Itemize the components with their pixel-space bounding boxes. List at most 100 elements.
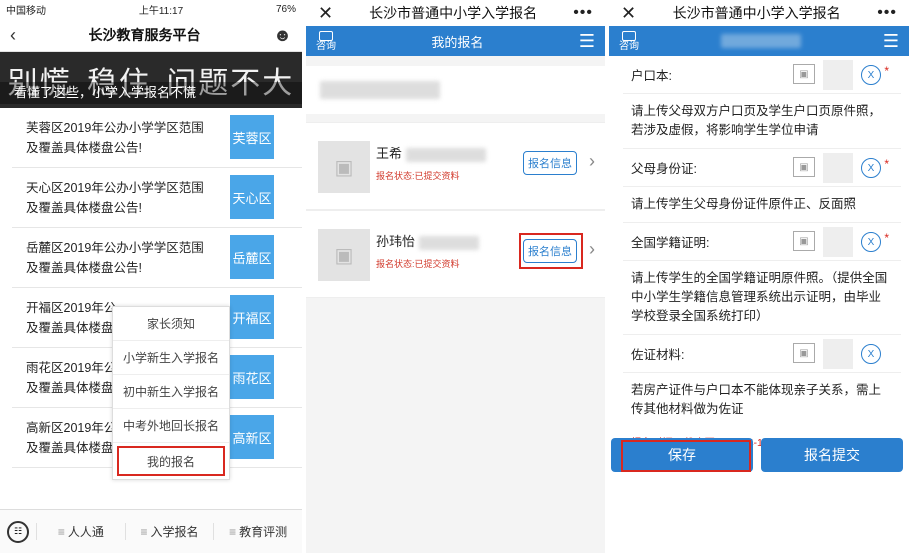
news-thumbnail: 高新区 bbox=[230, 415, 274, 459]
consult-button[interactable]: 咨询 bbox=[316, 30, 336, 52]
news-text: 岳麓区2019年公办小学学区范围及覆盖具体楼盘公告! bbox=[26, 240, 204, 275]
banner-caption: 看懂了这些，小学入学报名不慌 bbox=[0, 82, 302, 104]
news-thumbnail: 雨花区 bbox=[230, 355, 274, 399]
back-icon[interactable]: ‹ bbox=[10, 26, 16, 44]
enrollment-info-button[interactable]: 报名信息 bbox=[523, 151, 577, 175]
chat-icon bbox=[319, 30, 333, 41]
required-mark: * bbox=[884, 231, 889, 245]
app-home-panel: 中国移动 上午11:17 76% ‹ 长沙教育服务平台 ☻ 别慌 稳住 问题不大… bbox=[0, 0, 302, 553]
news-item[interactable]: 岳麓区2019年公办小学学区范围及覆盖具体楼盘公告! 岳麓区 bbox=[12, 228, 302, 288]
clock-label: 上午11:17 bbox=[138, 5, 184, 17]
bottom-tab-bar: ☷ ≡ 人人通 ≡ 入学报名 ≡ 教育评测 bbox=[0, 509, 302, 553]
enrollment-record[interactable]: ▣ 孙玮怡 报名状态:已提交资料 报名信息 › bbox=[306, 210, 605, 298]
student-name: 孙玮怡 bbox=[376, 231, 479, 250]
field-description: 若房产证件与户口本不能体现亲子关系，需上传其他材料做为佐证 bbox=[631, 383, 882, 416]
blurred-header bbox=[306, 66, 605, 114]
menu-item-junior-enrollment[interactable]: 初中新生入学报名 bbox=[113, 375, 229, 409]
popup-menu: 家长须知 小学新生入学报名 初中新生入学报名 中考外地回长报名 我的报名 bbox=[112, 306, 230, 480]
close-icon[interactable]: ✕ bbox=[318, 3, 333, 24]
enrollment-form-panel: ✕ 长沙市普通中小学入学报名 ••• 咨询 ☰ 户口本: ▣ X * 请上传父母… bbox=[609, 0, 909, 553]
action-buttons: 保存 报名提交 bbox=[609, 438, 909, 472]
image-upload-icon[interactable]: ▣ bbox=[793, 343, 815, 363]
field-label: 父母身份证: bbox=[631, 162, 697, 176]
keyboard-icon: ☷ bbox=[7, 520, 29, 543]
record-status: 报名状态:已提交资料 bbox=[376, 259, 460, 269]
wechat-title-bar: ✕ 长沙市普通中小学入学报名 ••• bbox=[609, 0, 909, 26]
more-icon[interactable]: ••• bbox=[877, 4, 897, 22]
news-item[interactable]: 芙蓉区2019年公办小学学区范围及覆盖具体楼盘公告! 芙蓉区 bbox=[12, 108, 302, 168]
remove-icon[interactable]: X bbox=[861, 65, 881, 85]
remove-icon[interactable]: X bbox=[861, 344, 881, 364]
chevron-right-icon[interactable]: › bbox=[589, 239, 595, 260]
redacted-block bbox=[320, 81, 440, 99]
field-hukou: 户口本: ▣ X * bbox=[623, 56, 901, 94]
required-mark: * bbox=[884, 64, 889, 78]
required-mark: * bbox=[884, 157, 889, 171]
carrier-label: 中国移动 bbox=[6, 5, 46, 17]
record-status: 报名状态:已提交资料 bbox=[376, 171, 460, 181]
upload-preview[interactable] bbox=[823, 153, 853, 183]
student-name: 王希 bbox=[376, 143, 486, 162]
nav-bar: 咨询 ☰ bbox=[609, 26, 909, 56]
image-upload-icon[interactable]: ▣ bbox=[793, 231, 815, 251]
photo-placeholder-icon: ▣ bbox=[318, 141, 370, 193]
field-label: 佐证材料: bbox=[631, 348, 685, 362]
user-icon[interactable]: ☻ bbox=[273, 26, 292, 44]
page-title: 长沙市普通中小学入学报名 bbox=[369, 5, 538, 21]
menu-item-primary-enrollment[interactable]: 小学新生入学报名 bbox=[113, 341, 229, 375]
upload-form: 户口本: ▣ X * 请上传父母双方户口页及学生户口页原件照，若涉及虚假，将影响… bbox=[609, 56, 909, 450]
save-button[interactable]: 保存 bbox=[611, 438, 753, 472]
more-icon[interactable]: ••• bbox=[573, 4, 593, 22]
upload-preview[interactable] bbox=[823, 60, 853, 90]
remove-icon[interactable]: X bbox=[861, 158, 881, 178]
menu-item-my-enrollment[interactable]: 我的报名 bbox=[117, 446, 225, 476]
highlight-box bbox=[621, 440, 751, 472]
status-bar: 中国移动 上午11:17 76% bbox=[0, 0, 302, 18]
enrollment-record[interactable]: ▣ 王希 报名状态:已提交资料 报名信息 › bbox=[306, 122, 605, 210]
nav-bar: 咨询 我的报名 ☰ bbox=[306, 26, 605, 56]
field-description: 请上传学生父母身份证件原件正、反面照 bbox=[623, 187, 901, 223]
news-text: 天心区2019年公办小学学区范围及覆盖具体楼盘公告! bbox=[26, 180, 204, 215]
menu-icon[interactable]: ☰ bbox=[579, 31, 595, 52]
submit-button[interactable]: 报名提交 bbox=[761, 438, 903, 472]
keyboard-toggle[interactable]: ☷ bbox=[0, 520, 36, 543]
remove-icon[interactable]: X bbox=[861, 232, 881, 252]
news-thumbnail: 天心区 bbox=[230, 175, 274, 219]
field-parent-id: 父母身份证: ▣ X * bbox=[623, 149, 901, 187]
field-description: 请上传学生的全国学籍证明原件照。（提供全国中小学生学籍信息管理系统出示证明，由毕… bbox=[623, 261, 901, 335]
image-upload-icon[interactable]: ▣ bbox=[793, 64, 815, 84]
field-student-record: 全国学籍证明: ▣ X * bbox=[623, 223, 901, 261]
news-thumbnail: 开福区 bbox=[230, 295, 274, 339]
menu-item-exam-return[interactable]: 中考外地回长报名 bbox=[113, 409, 229, 443]
menu-icon[interactable]: ☰ bbox=[883, 31, 899, 52]
nav-title: 我的报名 bbox=[431, 34, 484, 50]
image-upload-icon[interactable]: ▣ bbox=[793, 157, 815, 177]
title-bar: ‹ 长沙教育服务平台 ☻ bbox=[0, 18, 302, 52]
news-thumbnail: 芙蓉区 bbox=[230, 115, 274, 159]
highlight-box bbox=[519, 233, 583, 269]
wechat-title-bar: ✕ 长沙市普通中小学入学报名 ••• bbox=[306, 0, 605, 26]
my-enrollment-panel: ✕ 长沙市普通中小学入学报名 ••• 咨询 我的报名 ☰ ▣ 王希 报名状态:已… bbox=[306, 0, 605, 553]
news-text: 芙蓉区2019年公办小学学区范围及覆盖具体楼盘公告! bbox=[26, 120, 204, 155]
page-title: 长沙市普通中小学入学报名 bbox=[672, 5, 841, 21]
field-label: 全国学籍证明: bbox=[631, 236, 710, 250]
redacted-block bbox=[720, 34, 801, 48]
field-supporting-docs: 佐证材料: ▣ X bbox=[623, 335, 901, 373]
tab-renrentong[interactable]: ≡ 人人通 bbox=[36, 523, 125, 540]
battery-label: 76% bbox=[275, 3, 296, 15]
page-title: 长沙教育服务平台 bbox=[88, 26, 201, 43]
news-item[interactable]: 天心区2019年公办小学学区范围及覆盖具体楼盘公告! 天心区 bbox=[12, 168, 302, 228]
field-label: 户口本: bbox=[631, 69, 672, 83]
chat-icon bbox=[622, 30, 636, 41]
tab-assessment[interactable]: ≡ 教育评测 bbox=[213, 523, 302, 540]
close-icon[interactable]: ✕ bbox=[621, 3, 636, 24]
chevron-right-icon[interactable]: › bbox=[589, 151, 595, 172]
photo-placeholder-icon: ▣ bbox=[318, 229, 370, 281]
news-thumbnail: 岳麓区 bbox=[230, 235, 274, 279]
tab-enrollment[interactable]: ≡ 入学报名 bbox=[124, 523, 214, 540]
banner[interactable]: 别慌 稳住 问题不大 看懂了这些，小学入学报名不慌 bbox=[0, 52, 302, 108]
menu-item-parent-notice[interactable]: 家长须知 bbox=[113, 307, 229, 341]
upload-preview[interactable] bbox=[823, 227, 853, 257]
upload-preview[interactable] bbox=[823, 339, 853, 369]
consult-button[interactable]: 咨询 bbox=[619, 30, 639, 52]
